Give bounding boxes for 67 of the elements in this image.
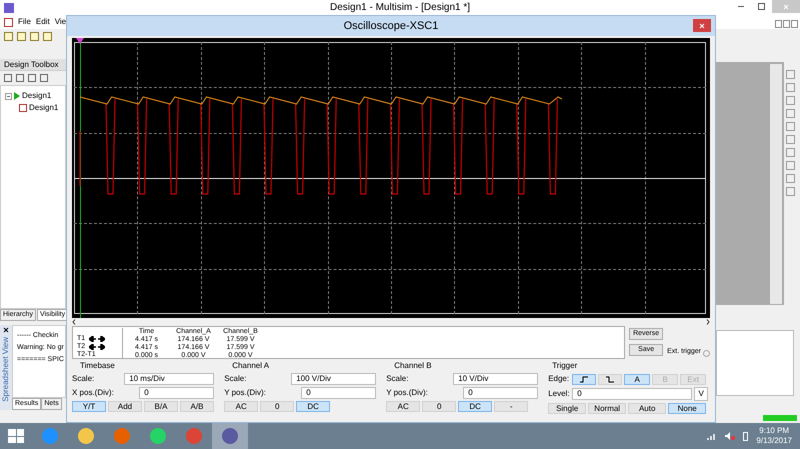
scale-field[interactable]: 10 V/Div bbox=[453, 373, 538, 385]
position-field[interactable]: 0 bbox=[301, 387, 376, 399]
mode-button[interactable]: Y/T bbox=[72, 401, 106, 412]
schematic-icon bbox=[19, 104, 27, 112]
scroll-right-icon[interactable] bbox=[706, 319, 710, 325]
mode-button[interactable]: Single bbox=[548, 403, 586, 414]
field-label: Y pos.(Div): bbox=[224, 387, 266, 399]
scroll-left-icon[interactable] bbox=[72, 319, 76, 325]
group-title: Trigger bbox=[551, 361, 578, 371]
mode-button[interactable]: A/B bbox=[180, 401, 214, 412]
window-title: Oscilloscope-XSC1 bbox=[344, 18, 438, 34]
menu-item[interactable]: Vie bbox=[54, 16, 66, 28]
rising-edge-button[interactable] bbox=[572, 374, 596, 384]
position-field[interactable]: 0 bbox=[463, 387, 538, 399]
menu-item[interactable]: Edit bbox=[36, 16, 50, 28]
play-icon bbox=[14, 92, 20, 100]
collapse-icon[interactable] bbox=[5, 92, 12, 100]
tree-item[interactable]: Design1 bbox=[22, 90, 52, 102]
field-label: Scale: bbox=[224, 373, 246, 385]
window-title: Design1 - Multisim - [Design1 *] bbox=[330, 1, 470, 15]
mode-button[interactable]: None bbox=[668, 403, 706, 414]
field-label: Edge: bbox=[548, 373, 570, 385]
mode-button[interactable]: AC bbox=[386, 401, 420, 412]
mode-button[interactable]: DC bbox=[296, 401, 330, 412]
level-field[interactable]: 0 bbox=[572, 388, 692, 400]
battery-icon bbox=[743, 432, 748, 440]
unit-label: V bbox=[694, 387, 708, 401]
position-field[interactable]: 0 bbox=[139, 387, 214, 399]
mode-button[interactable]: A bbox=[624, 374, 650, 384]
document-icon bbox=[4, 18, 13, 26]
volume-muted-icon bbox=[725, 432, 736, 440]
field-label: Scale: bbox=[72, 373, 94, 385]
signal-icon bbox=[707, 432, 718, 440]
arrow-buttons-icon[interactable] bbox=[89, 336, 106, 342]
field-label: X pos.(Div): bbox=[72, 387, 114, 399]
clock-time: 9:10 PM bbox=[759, 426, 790, 436]
field-label: Level: bbox=[548, 388, 570, 400]
cursor-handle-icon[interactable] bbox=[76, 38, 84, 44]
mode-button[interactable]: DC bbox=[458, 401, 492, 412]
mode-button[interactable]: Add bbox=[108, 401, 142, 412]
group-title: Channel B bbox=[393, 361, 433, 371]
mode-button[interactable]: 0 bbox=[260, 401, 294, 412]
radio-button[interactable] bbox=[703, 350, 710, 357]
close-button[interactable] bbox=[693, 19, 711, 32]
mode-button[interactable]: AC bbox=[224, 401, 258, 412]
rising-edge-icon bbox=[579, 376, 590, 382]
group-title: Channel A bbox=[231, 361, 270, 371]
arrow-buttons-icon[interactable] bbox=[89, 344, 106, 350]
scale-field[interactable]: 10 ms/Div bbox=[124, 373, 214, 385]
clock-date: 9/13/2017 bbox=[756, 436, 792, 446]
menu-item[interactable]: File bbox=[18, 16, 31, 28]
mode-button[interactable]: Auto bbox=[628, 403, 666, 414]
panel-header: Design Toolbox bbox=[0, 59, 66, 71]
start-icon[interactable] bbox=[8, 429, 24, 443]
mode-button[interactable]: Normal bbox=[588, 403, 626, 414]
tree-item[interactable]: Design1 bbox=[29, 102, 58, 114]
falling-edge-icon bbox=[605, 376, 616, 382]
mode-button[interactable]: B/A bbox=[144, 401, 178, 412]
taskbar-button[interactable] bbox=[212, 423, 248, 449]
field-label: Scale: bbox=[386, 373, 408, 385]
field-label: Y pos.(Div): bbox=[386, 387, 428, 399]
app-icon bbox=[4, 2, 14, 12]
group-title: Timebase bbox=[79, 361, 116, 371]
scale-field[interactable]: 100 V/Div bbox=[291, 373, 376, 385]
mode-button[interactable]: 0 bbox=[422, 401, 456, 412]
mode-button[interactable]: - bbox=[494, 401, 528, 412]
falling-edge-button[interactable] bbox=[598, 374, 622, 384]
